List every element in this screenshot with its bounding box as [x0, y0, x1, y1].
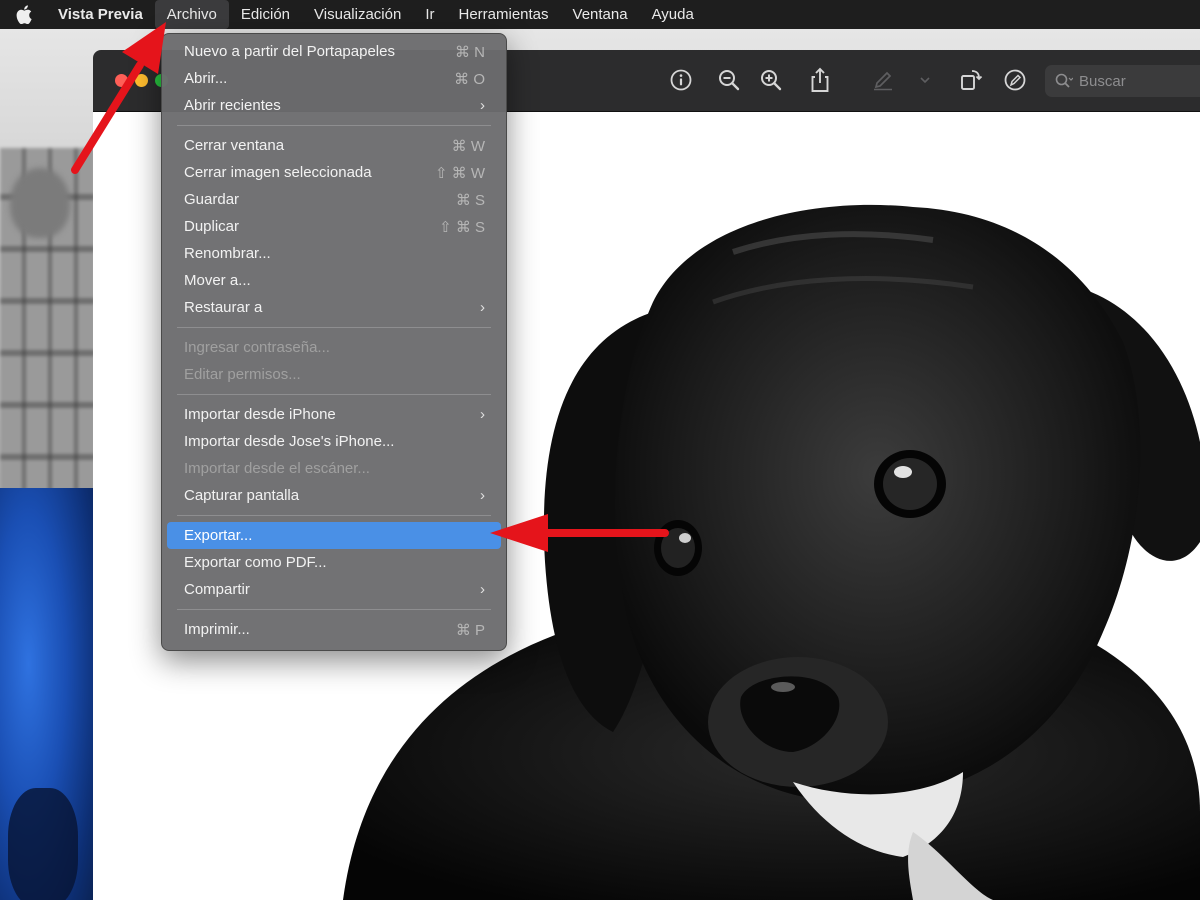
menu-item-mover[interactable]: Mover a... — [167, 267, 501, 294]
close-window-button[interactable] — [115, 74, 128, 87]
menu-item-label: Renombrar... — [184, 245, 271, 262]
menu-item-label: Nuevo a partir del Portapapeles — [184, 43, 395, 60]
menu-item-label: Importar desde iPhone — [184, 406, 336, 423]
menu-separator — [177, 394, 491, 395]
menu-item-shortcut: ⌘ P — [455, 621, 485, 639]
menu-item-shortcut: ⌘ S — [455, 191, 485, 209]
submenu-chevron-icon: › — [480, 97, 485, 114]
menu-item-restaurar[interactable]: Restaurar a › — [167, 294, 501, 321]
menu-item-compartir[interactable]: Compartir › — [167, 576, 501, 603]
share-icon[interactable] — [806, 66, 834, 94]
menu-item-importar-escaner: Importar desde el escáner... — [167, 455, 501, 482]
menu-item-label: Exportar... — [184, 527, 253, 544]
menu-item-shortcut: ⌘ O — [454, 70, 485, 88]
menu-item-shortcut: ⇧ ⌘ W — [434, 164, 485, 182]
menu-item-label: Abrir... — [184, 70, 228, 87]
menu-item-exportar[interactable]: Exportar... — [167, 522, 501, 549]
info-icon[interactable] — [667, 66, 695, 94]
menu-item-renombrar[interactable]: Renombrar... — [167, 240, 501, 267]
menu-item-label: Imprimir... — [184, 621, 250, 638]
menu-item-label: Importar desde Jose's iPhone... — [184, 433, 395, 450]
menu-item-cerrar-ventana[interactable]: Cerrar ventana ⌘ W — [167, 132, 501, 159]
menu-separator — [177, 515, 491, 516]
menu-item-label: Compartir — [184, 581, 250, 598]
submenu-chevron-icon: › — [480, 487, 485, 504]
menu-item-importar-iphone[interactable]: Importar desde iPhone › — [167, 401, 501, 428]
menu-item-label: Duplicar — [184, 218, 240, 235]
menu-item-label: Restaurar a — [184, 299, 263, 316]
menu-item-shortcut: ⇧ ⌘ S — [439, 218, 485, 236]
menu-item-label: Capturar pantalla — [184, 487, 300, 504]
menu-item-nuevo-portapapeles[interactable]: Nuevo a partir del Portapapeles ⌘ N — [167, 38, 501, 65]
menu-item-capturar-pantalla[interactable]: Capturar pantalla › — [167, 482, 501, 509]
submenu-chevron-icon: › — [480, 581, 485, 598]
menu-ventana[interactable]: Ventana — [561, 0, 640, 29]
menu-item-duplicar[interactable]: Duplicar ⇧ ⌘ S — [167, 213, 501, 240]
menu-item-cerrar-imagen[interactable]: Cerrar imagen seleccionada ⇧ ⌘ W — [167, 159, 501, 186]
submenu-chevron-icon: › — [480, 406, 485, 423]
menu-item-exportar-pdf[interactable]: Exportar como PDF... — [167, 549, 501, 576]
minimize-window-button[interactable] — [135, 74, 148, 87]
menu-separator — [177, 609, 491, 610]
menu-ayuda[interactable]: Ayuda — [640, 0, 706, 29]
menu-item-label: Cerrar ventana — [184, 137, 285, 154]
menu-item-label: Abrir recientes — [184, 97, 281, 114]
annotate-icon[interactable] — [1001, 66, 1029, 94]
menu-item-guardar[interactable]: Guardar ⌘ S — [167, 186, 501, 213]
zoom-out-icon[interactable] — [715, 66, 743, 94]
menu-item-label: Cerrar imagen seleccionada — [184, 164, 372, 181]
menu-item-label: Editar permisos... — [184, 366, 301, 383]
menu-visualizacion[interactable]: Visualización — [302, 0, 413, 29]
menu-item-importar-jose-iphone[interactable]: Importar desde Jose's iPhone... — [167, 428, 501, 455]
submenu-chevron-icon: › — [480, 299, 485, 316]
menu-item-shortcut: ⌘ N — [455, 43, 485, 61]
menu-item-abrir-recientes[interactable]: Abrir recientes › — [167, 92, 501, 119]
background-car-wheel — [8, 788, 78, 900]
archivo-dropdown-menu: Nuevo a partir del Portapapeles ⌘ N Abri… — [161, 33, 507, 651]
menu-item-label: Exportar como PDF... — [184, 554, 327, 571]
menu-item-shortcut: ⌘ W — [451, 137, 485, 155]
menu-separator — [177, 125, 491, 126]
menu-archivo[interactable]: Archivo — [154, 0, 229, 29]
zoom-in-icon[interactable] — [757, 66, 785, 94]
menu-bar: Vista Previa Archivo Edición Visualizaci… — [0, 0, 1200, 29]
app-menu-vista-previa[interactable]: Vista Previa — [48, 0, 155, 29]
menu-item-imprimir[interactable]: Imprimir... ⌘ P — [167, 616, 501, 643]
rotate-icon[interactable] — [957, 66, 985, 94]
menu-edicion[interactable]: Edición — [229, 0, 302, 29]
menu-item-editar-permisos: Editar permisos... — [167, 361, 501, 388]
menu-item-label: Ingresar contraseña... — [184, 339, 330, 356]
search-icon — [1055, 73, 1073, 88]
menu-herramientas[interactable]: Herramientas — [446, 0, 560, 29]
background-person-image — [10, 168, 70, 238]
menu-item-ingresar-contrasena: Ingresar contraseña... — [167, 334, 501, 361]
search-placeholder: Buscar — [1079, 72, 1126, 90]
menu-item-label: Guardar — [184, 191, 240, 208]
menu-item-label: Importar desde el escáner... — [184, 460, 370, 477]
menu-item-abrir[interactable]: Abrir... ⌘ O — [167, 65, 501, 92]
menu-separator — [177, 327, 491, 328]
apple-logo-icon[interactable] — [0, 0, 48, 29]
chevron-down-icon[interactable] — [911, 66, 939, 94]
search-field[interactable]: Buscar — [1045, 65, 1200, 97]
markup-pen-icon[interactable] — [869, 66, 897, 94]
menu-item-label: Mover a... — [184, 272, 251, 289]
menu-ir[interactable]: Ir — [413, 0, 446, 29]
